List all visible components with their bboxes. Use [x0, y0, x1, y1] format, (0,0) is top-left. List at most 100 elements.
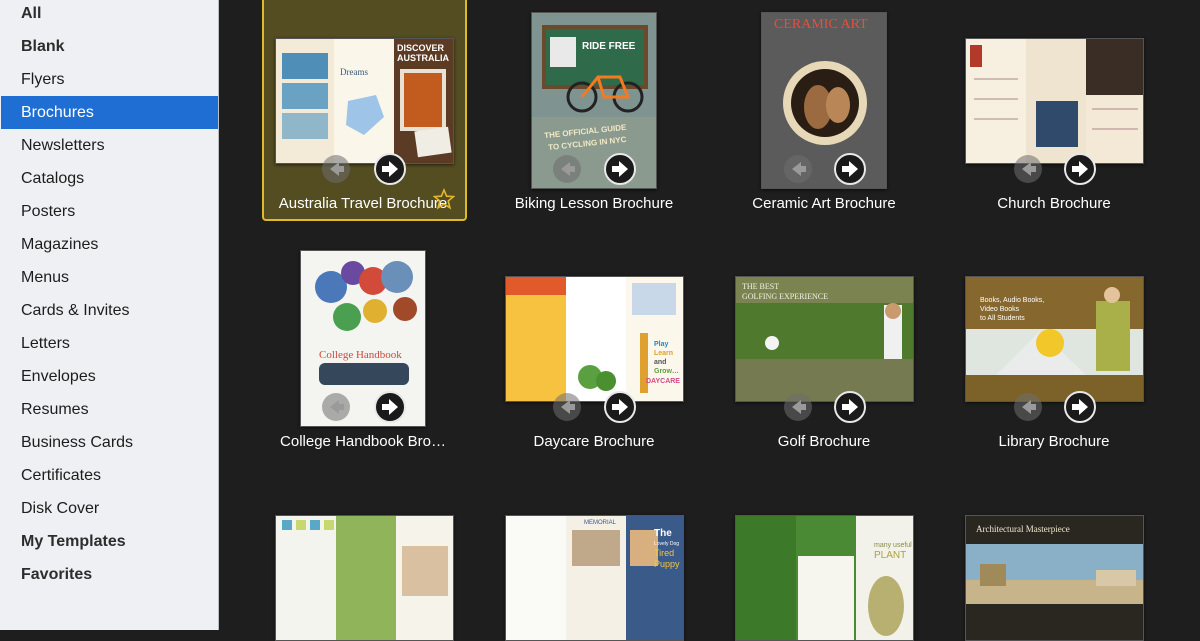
template-thumbnail-golf[interactable]: THE BEST GOLFING EXPERIENCE — [735, 276, 914, 402]
sidebar-item-letters[interactable]: Letters — [1, 327, 218, 360]
thumb-text-college-handbook: College Handbook — [319, 349, 402, 361]
arrow-left-icon — [561, 162, 575, 176]
arrow-right-icon — [382, 399, 398, 415]
thumb-text-ceramic-art: CERAMIC ART — [774, 17, 868, 32]
prev-page-button[interactable] — [322, 155, 350, 183]
next-page-button[interactable] — [834, 391, 866, 423]
template-thumbnail-church[interactable] — [965, 38, 1144, 164]
thumb-text-many-useful: many useful — [874, 542, 912, 549]
template-label[interactable]: Biking Lesson Brochure — [484, 195, 704, 212]
template-label[interactable]: Library Brochure — [944, 433, 1164, 450]
sidebar-item-disk-cover[interactable]: Disk Cover — [1, 492, 218, 525]
prev-page-button[interactable] — [553, 393, 581, 421]
thumb-text-australia: AUSTRALIA — [397, 53, 449, 63]
thumb-text-the: The — [654, 528, 672, 539]
next-page-button[interactable] — [374, 391, 406, 423]
next-page-button[interactable] — [1064, 153, 1096, 185]
sidebar-item-favorites[interactable]: Favorites — [1, 558, 218, 591]
arrow-left-icon — [1022, 400, 1036, 414]
thumb-text-books: Books, Audio Books, — [980, 297, 1045, 304]
category-sidebar: All Blank Flyers Brochures Newsletters C… — [0, 0, 219, 630]
next-page-button[interactable] — [834, 153, 866, 185]
arrow-right-icon — [612, 399, 628, 415]
next-page-button[interactable] — [1064, 391, 1096, 423]
thumbnail-art — [762, 13, 886, 188]
sidebar-item-all[interactable]: All — [1, 0, 218, 30]
sidebar-item-envelopes[interactable]: Envelopes — [1, 360, 218, 393]
arrow-left-icon — [792, 162, 806, 176]
template-thumbnail-architectural[interactable]: Architectural Masterpiece — [965, 515, 1144, 641]
thumbnail-art — [966, 516, 1143, 640]
prev-page-button[interactable] — [1014, 155, 1042, 183]
thumb-text-plant: PLANT — [874, 550, 907, 561]
template-thumbnail-daycare[interactable]: Play Learn and Grow… DAYCARE — [505, 276, 684, 402]
next-page-button[interactable] — [604, 391, 636, 423]
template-label[interactable]: Ceramic Art Brochure — [714, 195, 934, 212]
sidebar-item-certificates[interactable]: Certificates — [1, 459, 218, 492]
thumb-text-the-best: THE BEST — [742, 282, 780, 291]
template-thumbnail-college-handbook[interactable]: College Handbook — [300, 250, 426, 427]
template-thumbnail-garden[interactable] — [275, 515, 454, 641]
sidebar-item-blank[interactable]: Blank — [1, 30, 218, 63]
thumb-text-golfing-experience: GOLFING EXPERIENCE — [742, 292, 828, 301]
sidebar-item-business-cards[interactable]: Business Cards — [1, 426, 218, 459]
thumb-text-lovely-dog: Lovely Dog — [654, 541, 680, 547]
arrow-right-icon — [612, 161, 628, 177]
sidebar-item-menus[interactable]: Menus — [1, 261, 218, 294]
template-label[interactable]: Daycare Brochure — [484, 433, 704, 450]
template-thumbnail-library[interactable]: Books, Audio Books, Video Books to All S… — [965, 276, 1144, 402]
thumbnail-art — [532, 13, 656, 188]
template-thumbnail-plant[interactable]: many useful PLANT — [735, 515, 914, 641]
sidebar-item-newsletters[interactable]: Newsletters — [1, 129, 218, 162]
thumb-text-grow: Grow… — [654, 368, 679, 375]
template-thumbnail-biking-lesson[interactable]: RIDE FREE THE OFFICIAL GUIDE TO CYCLING … — [531, 12, 657, 189]
arrow-right-icon — [1072, 399, 1088, 415]
arrow-right-icon — [1072, 161, 1088, 177]
thumb-text-video-books: Video Books — [980, 306, 1020, 313]
thumb-text-tired: Tired — [654, 548, 675, 558]
sidebar-item-my-templates[interactable]: My Templates — [1, 525, 218, 558]
arrow-left-icon — [330, 162, 344, 176]
template-label[interactable]: Church Brochure — [944, 195, 1164, 212]
arrow-left-icon — [561, 400, 575, 414]
arrow-left-icon — [792, 400, 806, 414]
star-outline-icon[interactable] — [433, 188, 455, 210]
prev-page-button[interactable] — [784, 155, 812, 183]
arrow-right-icon — [382, 161, 398, 177]
next-page-button[interactable] — [604, 153, 636, 185]
thumb-text-play: Play — [654, 341, 669, 348]
thumb-text-and: and — [654, 359, 667, 366]
thumbnail-art — [736, 516, 913, 640]
arrow-right-icon — [842, 161, 858, 177]
thumb-text-daycare: DAYCARE — [646, 378, 680, 385]
thumb-text-ride-free: RIDE FREE — [582, 41, 636, 52]
thumb-text-memorial: MEMORIAL — [584, 520, 617, 526]
sidebar-item-catalogs[interactable]: Catalogs — [1, 162, 218, 195]
prev-page-button[interactable] — [553, 155, 581, 183]
template-thumbnail-ceramic-art[interactable]: CERAMIC ART — [761, 12, 887, 189]
thumbnail-art — [301, 251, 425, 426]
template-label[interactable]: Golf Brochure — [714, 433, 934, 450]
template-thumbnail-australia-travel[interactable]: DISCOVER AUSTRALIA Dreams — [275, 38, 454, 164]
arrow-right-icon — [842, 399, 858, 415]
sidebar-item-magazines[interactable]: Magazines — [1, 228, 218, 261]
sidebar-item-brochures[interactable]: Brochures — [1, 96, 218, 129]
prev-page-button[interactable] — [1014, 393, 1042, 421]
thumbnail-art — [966, 39, 1143, 163]
prev-page-button[interactable] — [322, 393, 350, 421]
thumbnail-art — [276, 516, 453, 640]
template-thumbnail-dog[interactable]: MEMORIAL The Lovely Dog Tired Puppy — [505, 515, 684, 641]
arrow-left-icon — [330, 400, 344, 414]
thumb-text-discover: DISCOVER — [397, 43, 445, 53]
next-page-button[interactable] — [374, 153, 406, 185]
template-label[interactable]: College Handbook Bro… — [253, 433, 473, 450]
prev-page-button[interactable] — [784, 393, 812, 421]
sidebar-item-posters[interactable]: Posters — [1, 195, 218, 228]
sidebar-item-flyers[interactable]: Flyers — [1, 63, 218, 96]
thumb-text-learn: Learn — [654, 350, 674, 357]
sidebar-item-cards-invites[interactable]: Cards & Invites — [1, 294, 218, 327]
thumb-text-dreams: Dreams — [340, 67, 368, 77]
thumb-text-architectural-masterpiece: Architectural Masterpiece — [976, 524, 1070, 534]
thumb-text-students: to All Students — [980, 315, 1025, 322]
sidebar-item-resumes[interactable]: Resumes — [1, 393, 218, 426]
